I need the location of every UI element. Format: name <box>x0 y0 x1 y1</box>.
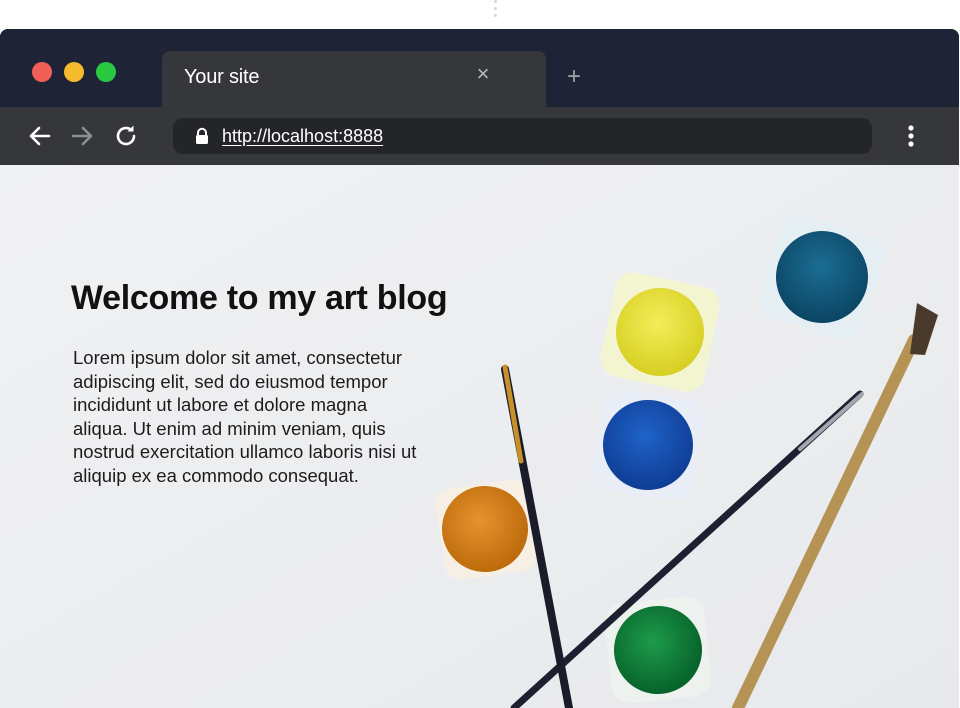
back-button[interactable] <box>26 122 54 150</box>
page-body-text: Lorem ipsum dolor sit amet, consectetur … <box>73 347 417 486</box>
close-window-button[interactable] <box>32 62 52 82</box>
reload-button[interactable] <box>112 122 140 150</box>
tab-title: Your site <box>184 66 260 88</box>
arrow-left-icon <box>29 126 51 146</box>
forward-button[interactable] <box>68 122 96 150</box>
tab-your-site[interactable]: Your site × <box>162 51 546 107</box>
arrow-right-icon <box>71 126 93 146</box>
browser-menu-button[interactable] <box>898 122 924 150</box>
zoom-window-button[interactable] <box>96 62 116 82</box>
drag-handle[interactable] <box>493 0 497 24</box>
url-text[interactable]: http://localhost:8888 <box>222 126 383 147</box>
page-viewport: Welcome to my art blog Lorem ipsum dolor… <box>0 165 959 708</box>
close-tab-icon[interactable]: × <box>471 62 495 86</box>
minimize-window-button[interactable] <box>64 62 84 82</box>
address-bar[interactable]: http://localhost:8888 <box>173 118 872 154</box>
navigation-toolbar: http://localhost:8888 <box>0 107 959 165</box>
screenshot-stage: Your site × + http://localhost:8888 Welc… <box>0 0 960 708</box>
reload-icon <box>116 125 136 146</box>
page-heading: Welcome to my art blog <box>71 279 448 317</box>
lock-icon <box>196 127 208 144</box>
kebab-menu-icon <box>908 125 914 147</box>
browser-window: Your site × + http://localhost:8888 Welc… <box>0 29 959 708</box>
tab-bar: Your site × + <box>0 29 959 107</box>
new-tab-icon[interactable]: + <box>562 65 586 89</box>
